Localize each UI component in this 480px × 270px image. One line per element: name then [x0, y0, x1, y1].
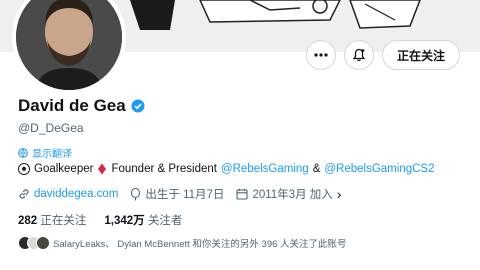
profile-bio: Goalkeeper Founder & President @RebelsGa…	[18, 163, 434, 175]
birthday-text: 出生于 11月7日	[145, 189, 225, 201]
balloon-icon	[131, 187, 141, 200]
mutual-avatars	[18, 236, 50, 250]
following-button[interactable]: 正在关注	[381, 40, 460, 70]
user-handle: @D_DeGea	[18, 121, 84, 135]
display-name: David de Gea	[18, 96, 126, 115]
name-row: David de Gea	[18, 96, 145, 116]
calendar-icon	[236, 188, 248, 200]
profile-meta: daviddegea.com 出生于 11月7日 2011年3月 加入 ›	[18, 186, 341, 202]
translate-bio-link[interactable]: 显示翻译	[18, 145, 72, 160]
joined-item: 2011年3月 加入 ›	[236, 186, 341, 202]
follow-stats: 282 正在关注 1,342万 关注者	[18, 212, 182, 228]
profile-actions: 正在关注	[305, 40, 460, 70]
bio-ampersand: &	[312, 163, 321, 175]
followers-label: 关注者	[147, 215, 183, 227]
translate-label: 显示翻译	[32, 149, 72, 160]
joined-text: 2011年3月 加入	[252, 189, 333, 201]
following-count: 282	[18, 215, 38, 227]
red-diamond-icon	[98, 163, 107, 175]
mutual-avatar	[36, 236, 50, 250]
notify-button[interactable]	[343, 40, 374, 70]
more-button[interactable]	[305, 40, 336, 70]
followers-you-know-text: SalaryLeaks、 Dylan McBennett 和你关注的另外 396…	[53, 239, 347, 250]
following-stat[interactable]: 282 正在关注	[18, 212, 86, 228]
bio-role: Goalkeeper	[34, 163, 94, 175]
mention-rebelsgamingcs2[interactable]: @RebelsGamingCS2	[324, 163, 434, 175]
profile-avatar[interactable]	[12, 0, 126, 94]
soccer-ball-icon	[18, 163, 30, 175]
bio-title: Founder & President	[111, 163, 217, 175]
followers-count: 1,342万	[104, 215, 145, 227]
birthday-item: 出生于 11月7日	[130, 186, 224, 202]
website-item: daviddegea.com	[18, 188, 118, 200]
following-label: 正在关注	[40, 215, 87, 227]
followers-stat[interactable]: 1,342万 关注者	[104, 212, 182, 228]
joined-chevron-icon[interactable]: ›	[337, 186, 342, 202]
more-icon	[314, 53, 328, 57]
translate-icon	[18, 147, 28, 158]
followers-you-know[interactable]: SalaryLeaks、 Dylan McBennett 和你关注的另外 396…	[18, 236, 347, 250]
avatar-portrait	[16, 0, 122, 90]
link-icon	[19, 189, 29, 199]
website-link[interactable]: daviddegea.com	[34, 188, 118, 200]
verified-badge-icon[interactable]	[131, 99, 145, 113]
mention-rebelsgaming[interactable]: @RebelsGaming	[221, 163, 309, 175]
notification-bell-icon	[352, 48, 366, 62]
